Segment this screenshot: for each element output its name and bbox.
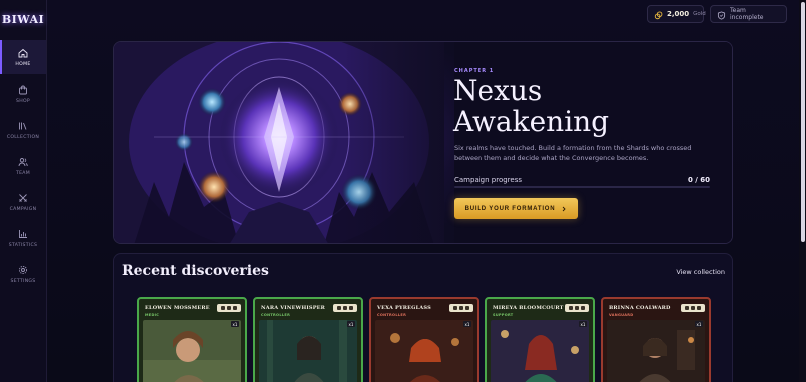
element-badge-icon: [565, 304, 589, 312]
card-level: x1: [463, 321, 471, 327]
element-badge-icon: [449, 304, 473, 312]
title-line-1: Nexus: [453, 74, 543, 107]
card-name: VEXA PYREGLASS: [377, 305, 431, 311]
build-formation-label: BUILD YOUR FORMATION: [464, 205, 556, 212]
element-badge-icon: [681, 304, 705, 312]
shopping-bag-icon: [17, 84, 29, 96]
topbar: 2,000 Gold Team incomplete: [47, 0, 806, 29]
card-role: CONTROLLER: [377, 313, 407, 317]
sidebar-item-label: COLLECTION: [6, 135, 40, 140]
character-card[interactable]: NARA VINEWHISPER CONTROLLER x1: [253, 297, 363, 382]
element-badge-icon: [333, 304, 357, 312]
element-badge-icon: [217, 304, 241, 312]
library-icon: [17, 120, 29, 132]
hero-description: Six realms have touched. Build a formati…: [454, 144, 692, 162]
team-status-label: Team incomplete: [730, 7, 764, 21]
build-formation-button[interactable]: BUILD YOUR FORMATION: [454, 198, 578, 219]
sidebar-item-label: CAMPAIGN: [9, 207, 37, 212]
section-title: Recent discoveries: [122, 263, 269, 279]
view-collection-link[interactable]: View collection: [665, 268, 725, 276]
card-level: x1: [579, 321, 587, 327]
card-role: SUPPORT: [493, 313, 514, 317]
team-status[interactable]: Team incomplete: [710, 5, 787, 23]
progress-bar: [454, 186, 710, 188]
card-level: x1: [695, 321, 703, 327]
card-role: MEDIC: [145, 313, 160, 317]
scrollbar-thumb[interactable]: [801, 2, 805, 242]
sidebar-item-label: TEAM: [15, 171, 30, 176]
character-card[interactable]: MIREYA BLOOMCOURT SUPPORT x1: [485, 297, 595, 382]
home-icon: [17, 47, 29, 59]
sidebar-item-campaign[interactable]: CAMPAIGN: [0, 185, 46, 219]
character-portrait: [491, 320, 589, 382]
progress-value: 0 / 60: [687, 176, 710, 184]
gear-icon: [17, 264, 29, 276]
character-card[interactable]: VEXA PYREGLASS CONTROLLER x1: [369, 297, 479, 382]
sidebar-item-statistics[interactable]: STATISTICS: [0, 221, 46, 255]
users-icon: [17, 156, 29, 168]
gold-amount: 2,000: [667, 10, 690, 18]
sidebar-item-label: HOME: [15, 62, 31, 67]
card-name: BRINNA COALWARD: [609, 305, 671, 311]
page-title: Nexus Awakening: [453, 75, 693, 137]
sidebar: BIWAI HOME SHOP COLLECTION TEAM CAMPAIGN…: [0, 0, 47, 382]
app-root: BIWAI HOME SHOP COLLECTION TEAM CAMPAIGN…: [0, 0, 806, 382]
chevron-right-icon: [563, 206, 567, 211]
gold-unit: Gold: [693, 11, 706, 17]
sidebar-item-collection[interactable]: COLLECTION: [0, 113, 46, 147]
sidebar-item-settings[interactable]: SETTINGS: [0, 257, 46, 291]
character-card[interactable]: BRINNA COALWARD VANGUARD x1: [601, 297, 711, 382]
sidebar-item-label: STATISTICS: [8, 243, 38, 248]
character-portrait: [607, 320, 705, 382]
sidebar-item-label: SHOP: [16, 99, 30, 104]
sidebar-item-shop[interactable]: SHOP: [0, 77, 46, 111]
card-level: x1: [347, 321, 355, 327]
card-role: CONTROLLER: [261, 313, 291, 317]
sidebar-item-team[interactable]: TEAM: [0, 149, 46, 183]
card-name: ELOWEN MOSSMERE: [145, 305, 210, 311]
character-card[interactable]: ELOWEN MOSSMERE MEDIC x1: [137, 297, 247, 382]
bar-chart-icon: [17, 228, 29, 240]
sidebar-item-label: SETTINGS: [10, 279, 36, 284]
logo-text: BIWAI: [1, 12, 45, 26]
coins-icon: [654, 5, 663, 24]
character-portrait: [259, 320, 357, 382]
app-logo[interactable]: BIWAI: [1, 3, 45, 35]
card-name: NARA VINEWHISPER: [261, 305, 326, 311]
gold-balance[interactable]: 2,000 Gold: [647, 5, 706, 24]
character-portrait: [375, 320, 473, 382]
title-line-2: Awakening: [453, 105, 610, 138]
card-role: VANGUARD: [609, 313, 634, 317]
card-name: MIREYA BLOOMCOURT: [493, 305, 564, 311]
card-level: x1: [231, 321, 239, 327]
shield-icon: [717, 5, 726, 24]
progress-label: Campaign progress: [454, 176, 522, 184]
character-portrait: [143, 320, 241, 382]
crossed-swords-icon: [17, 192, 29, 204]
sidebar-item-home[interactable]: HOME: [0, 40, 46, 74]
